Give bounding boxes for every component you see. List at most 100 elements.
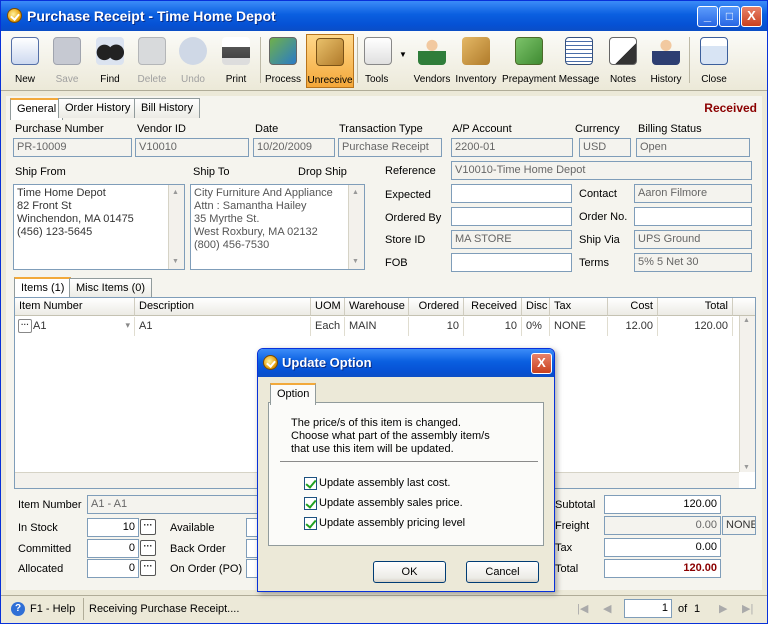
fob-field[interactable]	[451, 253, 572, 272]
column-header-description[interactable]: Description	[135, 298, 311, 316]
cell-received[interactable]: 10	[464, 317, 522, 336]
transaction-type-field[interactable]: Purchase Receipt	[338, 138, 442, 157]
tax-field[interactable]: 0.00	[604, 538, 721, 557]
column-header-disc[interactable]: Disc	[522, 298, 550, 316]
cell-ordered[interactable]: 10	[409, 317, 464, 336]
ship-from-scrollbar[interactable]	[168, 185, 184, 269]
last-page-icon[interactable]: ▶|	[742, 602, 753, 615]
pricing-level-checkbox[interactable]	[304, 517, 317, 530]
reference-field[interactable]: V10010-Time Home Depot	[451, 161, 752, 180]
minimize-button[interactable]: _	[697, 6, 718, 27]
cancel-button[interactable]: Cancel	[466, 561, 539, 583]
expected-field[interactable]	[451, 184, 572, 203]
vendors-button[interactable]: Vendors	[411, 34, 453, 88]
date-field[interactable]: 10/20/2009	[253, 138, 335, 157]
ship-from-address[interactable]: Time Home Depot 82 Front St Winchendon, …	[13, 184, 185, 270]
ship-to-scrollbar[interactable]	[348, 185, 364, 269]
terms-field[interactable]: 5% 5 Net 30	[634, 253, 752, 272]
sales-price-checkbox[interactable]	[304, 497, 317, 510]
column-header-item-number[interactable]: Item Number	[15, 298, 135, 316]
new-button[interactable]: New	[5, 34, 45, 88]
total-field[interactable]: 120.00	[604, 559, 721, 578]
currency-field[interactable]: USD	[579, 138, 631, 157]
undo-button[interactable]: Undo	[173, 34, 213, 88]
title-bar[interactable]: Purchase Receipt - Time Home Depot _ □ X	[1, 1, 767, 31]
delete-button[interactable]: Delete	[131, 34, 173, 88]
ship-via-field[interactable]: UPS Ground	[634, 230, 752, 249]
item-number-field[interactable]: A1 - A1	[87, 495, 259, 514]
item-lookup-icon[interactable]: ···	[18, 319, 32, 333]
column-header-received[interactable]: Received	[464, 298, 522, 316]
allocated-field[interactable]: 0	[87, 559, 139, 578]
column-header-cost[interactable]: Cost	[608, 298, 658, 316]
next-page-icon[interactable]: ▶	[719, 602, 727, 615]
last-cost-checkbox[interactable]	[304, 477, 317, 490]
prepayment-button[interactable]: Prepayment	[501, 34, 557, 88]
history-button[interactable]: History	[645, 34, 687, 88]
previous-page-icon[interactable]: ◀	[603, 602, 611, 615]
cell-uom[interactable]: Each	[311, 317, 345, 336]
dialog-title-bar[interactable]: Update Option X	[258, 349, 554, 377]
print-button[interactable]: Print	[215, 34, 257, 88]
cell-tax[interactable]: NONE	[550, 317, 608, 336]
cell-warehouse[interactable]: MAIN	[345, 317, 409, 336]
message-button[interactable]: Message	[557, 34, 601, 88]
vendor-id-field[interactable]: V10010	[135, 138, 249, 157]
tools-icon	[364, 37, 392, 65]
find-button[interactable]: Find	[89, 34, 131, 88]
in-stock-field[interactable]: 10	[87, 518, 139, 537]
column-header-total[interactable]: Total	[658, 298, 733, 316]
tab-order-history[interactable]: Order History	[58, 98, 138, 118]
tools-button[interactable]: ▼ Tools	[359, 34, 409, 88]
ship-to-address[interactable]: City Furniture And Appliance Attn : Sama…	[190, 184, 365, 270]
maximize-button[interactable]: □	[719, 6, 740, 27]
freight-tax-code-field[interactable]: NONE	[722, 516, 756, 535]
ap-account-field[interactable]: 2200-01	[451, 138, 573, 157]
dialog-close-button[interactable]: X	[531, 353, 552, 374]
dialog-tab-option[interactable]: Option	[270, 383, 317, 405]
tab-general[interactable]: General	[10, 98, 64, 120]
cell-total[interactable]: 120.00	[658, 317, 733, 336]
cell-description[interactable]: A1	[135, 317, 311, 336]
status-badge: Received	[704, 101, 757, 115]
purchase-number-field[interactable]: PR-10009	[13, 138, 132, 157]
ordered-by-field[interactable]	[451, 207, 572, 226]
tab-items[interactable]: Items (1)	[14, 277, 72, 299]
page-number-input[interactable]: 1	[624, 599, 672, 618]
grid-vertical-scrollbar[interactable]	[739, 316, 755, 472]
committed-lookup-button[interactable]: ···	[140, 540, 156, 556]
freight-field[interactable]: 0.00	[604, 516, 721, 535]
first-page-icon[interactable]: |◀	[577, 602, 588, 615]
process-button[interactable]: Process	[263, 34, 303, 88]
column-header-uom[interactable]: UOM	[311, 298, 345, 316]
close-button[interactable]: Close	[693, 34, 735, 88]
cell-cost[interactable]: 12.00	[608, 317, 658, 336]
cell-disc[interactable]: 0%	[522, 317, 550, 336]
committed-field[interactable]: 0	[87, 539, 139, 558]
sales-price-label[interactable]: Update assembly sales price.	[319, 497, 463, 509]
ok-button[interactable]: OK	[373, 561, 446, 583]
subtotal-field[interactable]: 120.00	[604, 495, 721, 514]
help-label[interactable]: F1 - Help	[30, 603, 75, 615]
contact-field[interactable]: Aaron Filmore	[634, 184, 752, 203]
last-cost-label[interactable]: Update assembly last cost.	[319, 477, 450, 489]
cell-item-number[interactable]: ··· A1 ▾	[15, 317, 135, 336]
pricing-level-label[interactable]: Update assembly pricing level	[319, 517, 465, 529]
unreceive-button[interactable]: Unreceive	[306, 34, 354, 88]
close-window-button[interactable]: X	[741, 6, 762, 27]
inventory-button[interactable]: Inventory	[453, 34, 499, 88]
column-header-warehouse[interactable]: Warehouse	[345, 298, 409, 316]
tab-bill-history[interactable]: Bill History	[134, 98, 200, 118]
help-icon[interactable]: ?	[11, 602, 25, 616]
column-header-ordered[interactable]: Ordered	[409, 298, 464, 316]
allocated-lookup-button[interactable]: ···	[140, 560, 156, 576]
tab-misc-items[interactable]: Misc Items (0)	[69, 278, 153, 298]
chevron-down-icon[interactable]: ▾	[125, 320, 130, 331]
column-header-tax[interactable]: Tax	[550, 298, 608, 316]
notes-button[interactable]: Notes	[602, 34, 644, 88]
save-button[interactable]: Save	[47, 34, 87, 88]
billing-status-field[interactable]: Open	[636, 138, 750, 157]
store-id-field[interactable]: MA STORE	[451, 230, 572, 249]
in-stock-lookup-button[interactable]: ···	[140, 519, 156, 535]
order-no-field[interactable]	[634, 207, 752, 226]
